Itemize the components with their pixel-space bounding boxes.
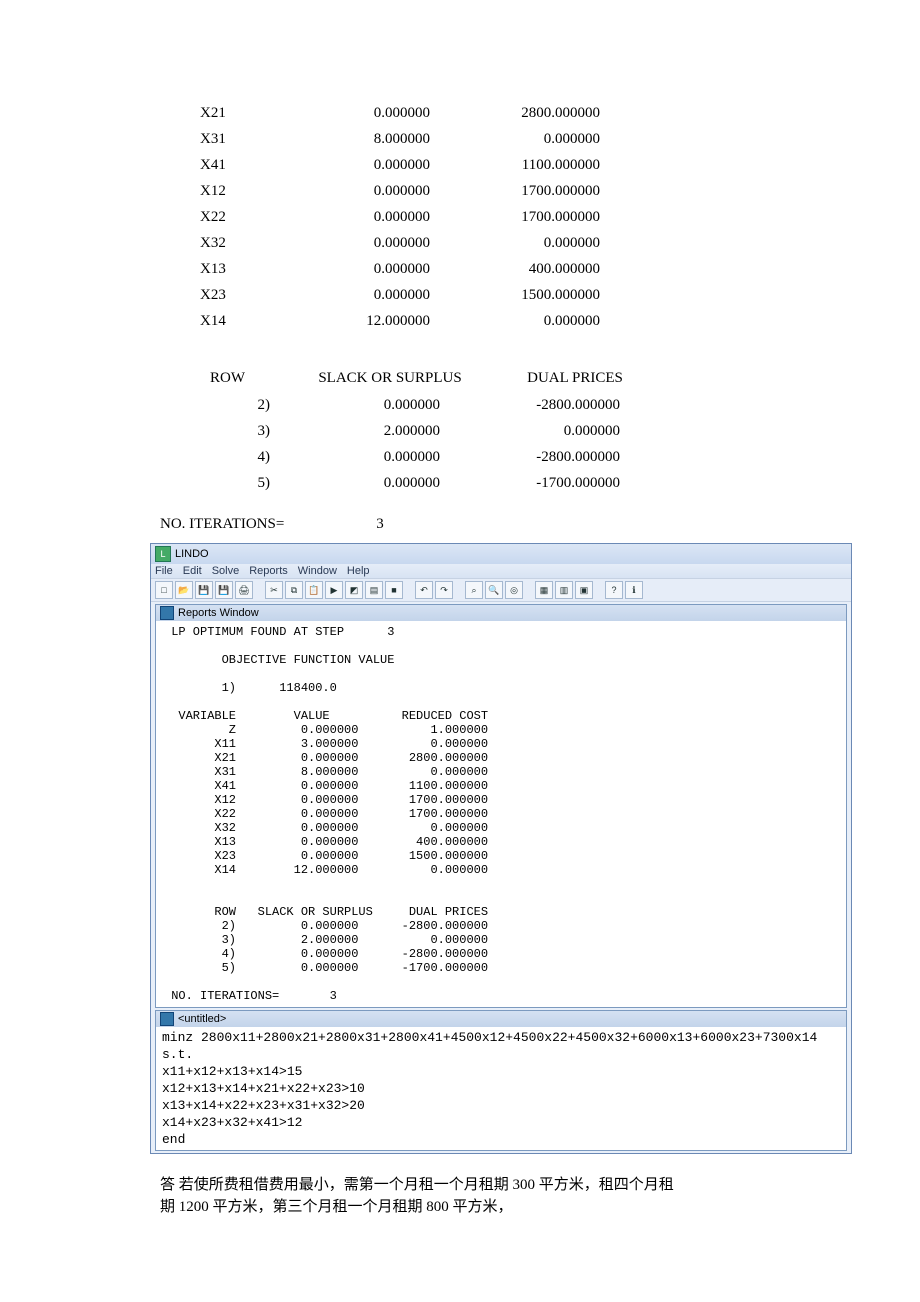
find-icon[interactable]: ⌕: [465, 581, 483, 599]
save-icon[interactable]: 💾: [195, 581, 213, 599]
table-row: X130.000000400.000000: [200, 256, 780, 282]
solve-icon[interactable]: ▶: [325, 581, 343, 599]
print-icon[interactable]: 🖨: [235, 581, 253, 599]
table-row: X318.0000000.000000: [200, 126, 780, 152]
table-row: 4)0.000000-2800.000000: [210, 444, 780, 470]
subwindow-titlebar[interactable]: Reports Window: [156, 605, 846, 621]
subwindow-titlebar[interactable]: <untitled>: [156, 1011, 846, 1027]
arrange-icon[interactable]: ▣: [575, 581, 593, 599]
table-row: 5)0.000000-1700.000000: [210, 470, 780, 496]
variable-table: X210.0000002800.000000 X318.0000000.0000…: [200, 100, 780, 334]
app-icon: L: [155, 546, 171, 562]
var-rc: 2800.000000: [430, 105, 600, 122]
menu-edit[interactable]: Edit: [183, 565, 202, 577]
menu-window[interactable]: Window: [298, 565, 337, 577]
answer-paragraph: 答 若使所费租借费用最小，需第一个月租一个月租期 300 平方米，租四个月租 期…: [160, 1174, 780, 1218]
stop-icon[interactable]: ■: [385, 581, 403, 599]
window-titlebar[interactable]: L LINDO: [151, 544, 851, 564]
report-icon[interactable]: ▤: [365, 581, 383, 599]
window-title: LINDO: [175, 548, 209, 560]
cascade-icon[interactable]: ▥: [555, 581, 573, 599]
table-row: X230.0000001500.000000: [200, 282, 780, 308]
cut-icon[interactable]: ✂: [265, 581, 283, 599]
redo-icon[interactable]: ↷: [435, 581, 453, 599]
chart-icon[interactable]: ◩: [345, 581, 363, 599]
target-icon[interactable]: ◎: [505, 581, 523, 599]
table-row: X320.0000000.000000: [200, 230, 780, 256]
menu-file[interactable]: File: [155, 565, 173, 577]
menu-help[interactable]: Help: [347, 565, 370, 577]
help-icon[interactable]: ?: [605, 581, 623, 599]
new-icon[interactable]: □: [155, 581, 173, 599]
lindo-window: L LINDO File Edit Solve Reports Window H…: [150, 543, 852, 1154]
model-subwindow: <untitled> minz 2800x11+2800x21+2800x31+…: [155, 1010, 847, 1151]
copy-icon[interactable]: ⧉: [285, 581, 303, 599]
table-row: 2)0.000000-2800.000000: [210, 392, 780, 418]
menu-reports[interactable]: Reports: [249, 565, 288, 577]
window-icon: [160, 606, 174, 620]
subwindow-title: <untitled>: [178, 1013, 226, 1025]
var-name: X21: [200, 105, 290, 122]
tile-icon[interactable]: ▦: [535, 581, 553, 599]
about-icon[interactable]: ℹ: [625, 581, 643, 599]
table-row: X410.0000001100.000000: [200, 152, 780, 178]
zoom-icon[interactable]: 🔍: [485, 581, 503, 599]
open-icon[interactable]: 📂: [175, 581, 193, 599]
window-icon: [160, 1012, 174, 1026]
toolbar: □ 📂 💾 💾 🖨 ✂ ⧉ 📋 ▶ ◩ ▤ ■ ↶ ↷ ⌕ 🔍 ◎ ▦ ▥ ▣: [151, 578, 851, 602]
table-row: X1412.0000000.000000: [200, 308, 780, 334]
table-row: X120.0000001700.000000: [200, 178, 780, 204]
menu-solve[interactable]: Solve: [212, 565, 240, 577]
table-row: X220.0000001700.000000: [200, 204, 780, 230]
reports-subwindow: Reports Window LP OPTIMUM FOUND AT STEP …: [155, 604, 847, 1008]
model-text[interactable]: minz 2800x11+2800x21+2800x31+2800x41+450…: [156, 1027, 846, 1150]
paste-icon[interactable]: 📋: [305, 581, 323, 599]
menubar: File Edit Solve Reports Window Help: [151, 564, 851, 578]
table-row: 3)2.0000000.000000: [210, 418, 780, 444]
undo-icon[interactable]: ↶: [415, 581, 433, 599]
save2-icon[interactable]: 💾: [215, 581, 233, 599]
row-header: ROW SLACK OR SURPLUS DUAL PRICES: [210, 364, 780, 392]
var-value: 0.000000: [290, 105, 430, 122]
iterations-line: NO. ITERATIONS= 3: [160, 516, 780, 533]
table-row: X210.0000002800.000000: [200, 100, 780, 126]
report-output: LP OPTIMUM FOUND AT STEP 3 OBJECTIVE FUN…: [156, 621, 846, 1007]
row-table: ROW SLACK OR SURPLUS DUAL PRICES 2)0.000…: [210, 364, 780, 496]
subwindow-title: Reports Window: [178, 607, 259, 619]
